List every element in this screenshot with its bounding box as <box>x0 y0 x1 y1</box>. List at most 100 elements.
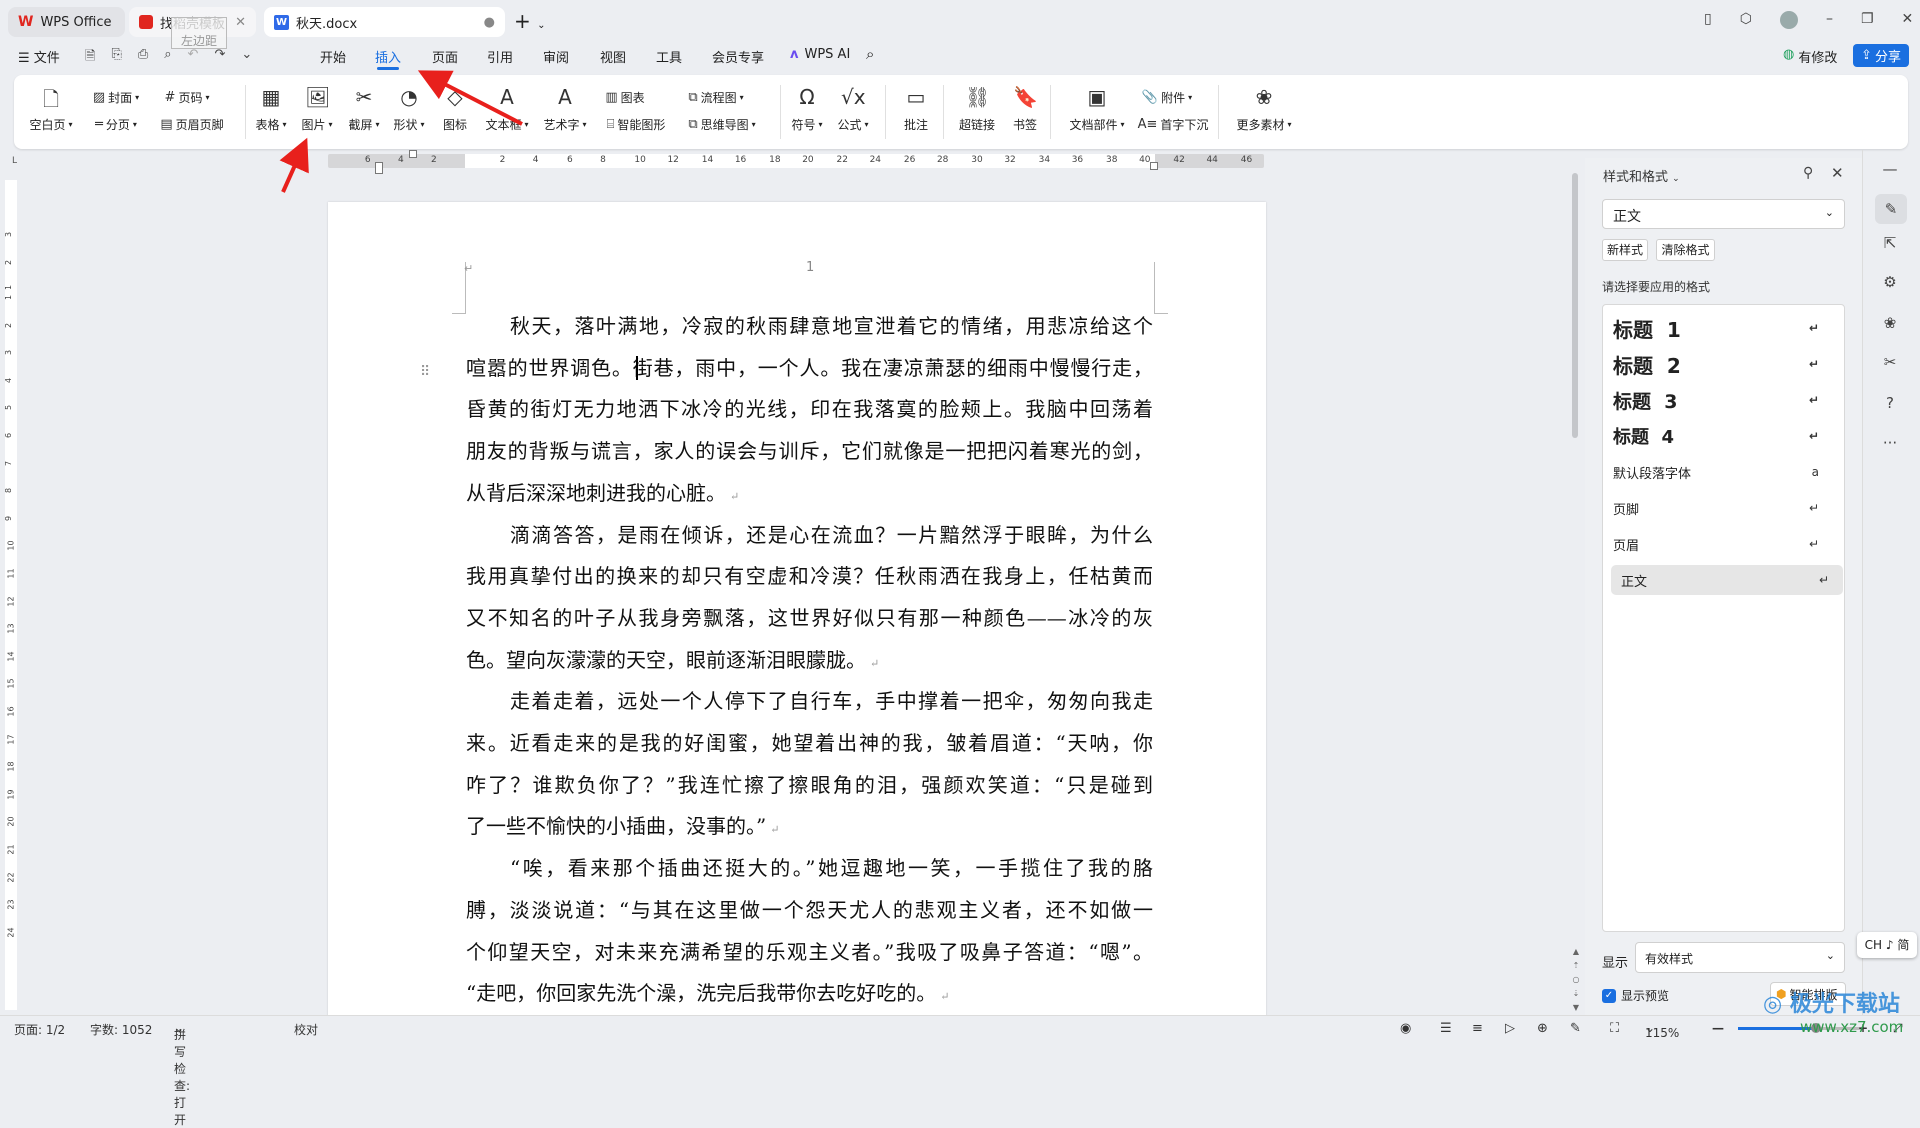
share-button[interactable]: ⇪ 分享 <box>1853 44 1909 67</box>
bookmark-button[interactable]: 书签 <box>1013 116 1037 133</box>
more-icon[interactable]: ··· <box>1865 434 1915 452</box>
style-item[interactable]: 标题 4 ↵ <box>1603 421 1833 451</box>
menu-tab-7[interactable]: 会员专享 <box>712 47 764 66</box>
document-line[interactable]: 朋友的背叛与谎言，家人的误会与训斥，它们就像是一把把闪着寒光的剑， <box>466 437 1153 465</box>
select-icon[interactable]: ⇱ <box>1865 234 1915 252</box>
collapse-icon[interactable]: — <box>1865 160 1915 178</box>
tab-stop-icon[interactable]: L <box>12 156 17 166</box>
unsaved-dot-icon[interactable]: ● <box>484 15 495 30</box>
undo-icon[interactable]: ↶ <box>188 47 199 69</box>
document-line[interactable]: 了一些不愉快的小插曲，没事的。” ↵ <box>466 812 1153 840</box>
drag-handle-icon[interactable]: ⠿ <box>420 364 430 380</box>
redo-icon[interactable]: ↷ <box>214 47 225 69</box>
proofread-button[interactable]: 校对 <box>294 1021 318 1038</box>
more-chevron-icon[interactable]: ⌄ <box>241 47 252 69</box>
page-nav-icons[interactable]: ▲ ⇡ ○ ⇣ ▼ <box>1570 945 1582 1015</box>
blank-page-button[interactable]: 空白页 ▾ <box>29 116 72 133</box>
tab-wps-office[interactable]: W WPS Office <box>8 7 125 37</box>
page-count[interactable]: 页面: 1/2 <box>14 1021 65 1038</box>
menu-tab-3[interactable]: 引用 <box>487 47 513 66</box>
symbol-button[interactable]: 符号 ▾ <box>791 116 822 133</box>
pin-icon[interactable]: ⚲ <box>1803 165 1813 181</box>
comment-button[interactable]: 批注 <box>904 116 928 133</box>
page-number-button[interactable]: # 页码 ▾ <box>165 89 210 106</box>
eye-protect-icon[interactable]: ◉ <box>1400 1021 1411 1036</box>
textbox-button[interactable]: 文本框 ▾ <box>485 116 528 133</box>
close-tab-icon[interactable]: ✕ <box>235 15 246 30</box>
style-item[interactable]: 页脚 ↵ <box>1603 493 1833 523</box>
zoom-level[interactable]: 115% ⌄ <box>1645 1021 1679 1040</box>
current-style-select[interactable]: 正文 ⌄ <box>1602 199 1845 229</box>
material-icon[interactable]: ❀ <box>1865 314 1915 332</box>
vertical-scrollbar[interactable]: ▲ ⇡ ○ ⇣ ▼ <box>1570 155 1582 1012</box>
doc-parts-button[interactable]: 文档部件 ▾ <box>1069 116 1124 133</box>
restore-icon[interactable]: ❐ <box>1861 11 1874 29</box>
new-tab-button[interactable]: + ⌄ <box>514 9 546 33</box>
show-filter-select[interactable]: 有效样式 ⌄ <box>1635 942 1845 973</box>
menu-tab-6[interactable]: 工具 <box>656 47 682 66</box>
screenshot-button[interactable]: 截屏 ▾ <box>348 116 379 133</box>
style-item[interactable]: 标题 1 ↵ <box>1603 313 1833 343</box>
document-line[interactable]: 咋了？谁欺负你了？”我连忙擦了擦眼角的泪，强颜欢笑道：“只是碰到 <box>466 771 1153 799</box>
document-line[interactable]: “唉，看来那个插曲还挺大的。”她逗趣地一笑，一手揽住了我的胳 <box>510 854 1153 882</box>
play-icon[interactable]: ▷ <box>1505 1021 1515 1036</box>
menu-tab-4[interactable]: 审阅 <box>543 47 569 66</box>
hyperlink-button[interactable]: 超链接 <box>959 116 995 133</box>
horizontal-ruler[interactable]: 6 4 2 2 4 6 8 10 12 14 16 18 20 22 24 26 28 30 32 34 36 38 40 4… <box>328 150 1264 174</box>
style-item[interactable]: 标题 3 ↵ <box>1603 385 1833 415</box>
document-line[interactable]: 色。望向灰濛濛的天空，眼前逐渐泪眼朦胧。 ↵ <box>466 646 1153 674</box>
vertical-ruler[interactable]: 3 2 1 1 2 3 4 5 6 7 8 9 10 11 12 13 14 15 16 17 18 19 20 21 22 23… <box>4 180 17 1010</box>
document-line[interactable]: 膊，淡淡说道：“与其在这里做一个怨天尤人的悲观主义者，还不如做一 <box>466 896 1153 924</box>
avatar[interactable] <box>1779 11 1798 29</box>
settings-sliders-icon[interactable]: ⚙ <box>1865 273 1915 291</box>
menu-tab-0[interactable]: 开始 <box>320 47 346 66</box>
wps-ai-button[interactable]: ʌ WPS AI <box>790 47 850 62</box>
document-page[interactable]: ↵ 1 ⠿ 秋天，落叶满地，冷寂的秋雨肆意地宣泄着它的情绪，用悲凉给这个 喧嚣的世… <box>328 202 1266 1032</box>
document-line[interactable]: 我用真挚付出的换来的却只有空虚和冷漠？任秋雨洒在我身上，任枯黄而 <box>466 562 1153 590</box>
left-indent-marker[interactable] <box>375 162 383 174</box>
document-line[interactable]: “走吧，你回家先洗个澡，洗完后我带你去吃好吃的。 ↵ <box>466 979 1153 1007</box>
panel-title[interactable]: 样式和格式 ⌄ <box>1603 166 1680 185</box>
help-icon[interactable]: ? <box>1865 394 1915 412</box>
page-view-icon[interactable]: ☰ <box>1440 1021 1452 1036</box>
export-icon[interactable]: ⎘ <box>111 47 121 69</box>
attachment-button[interactable]: 📎 附件 ▾ <box>1142 89 1192 106</box>
document-line[interactable]: 个仰望天空，对未来充满希望的乐观主义者。”我吸了吸鼻子答道：“嗯”。 <box>466 938 1153 966</box>
wordart-button[interactable]: 艺术字 ▾ <box>543 116 586 133</box>
document-line[interactable]: 秋天，落叶满地，冷寂的秋雨肆意地宣泄着它的情绪，用悲凉给这个 <box>510 312 1153 340</box>
more-button[interactable]: 更多素材 ▾ <box>1236 116 1291 133</box>
edit-style-icon[interactable]: ✎ <box>1875 194 1907 224</box>
style-item[interactable]: 默认段落字体 a <box>1603 457 1833 487</box>
word-count[interactable]: 字数: 1052 <box>90 1021 152 1038</box>
search-icon[interactable]: ⌕ <box>866 45 874 63</box>
right-indent-marker[interactable] <box>1150 162 1158 170</box>
cover-button[interactable]: ▨ 封面 ▾ <box>93 89 139 106</box>
document-line[interactable]: 来。近看走来的是我的好闺蜜，她望着出神的我，皱着眉道：“天呐，你 <box>466 729 1153 757</box>
close-icon[interactable]: ✕ <box>1902 11 1914 29</box>
save-icon[interactable]: 🗎 <box>85 47 95 69</box>
spell-check[interactable]: 拼写检查: 打开 ⌄ <box>174 1021 190 1127</box>
menu-tab-2[interactable]: 页面 <box>432 47 458 66</box>
document-line[interactable]: 又不知名的叶子从我身旁飘落，这世界好似只有那一种颜色——冰冷的灰 <box>466 604 1153 632</box>
file-menu[interactable]: ☰ 文件 <box>18 47 60 66</box>
scrollbar-thumb[interactable] <box>1572 173 1578 438</box>
document-line[interactable]: 走着走着，远处一个人停下了自行车，手中撑着一把伞，匆匆向我走 <box>510 687 1153 715</box>
menu-tab-1[interactable]: 插入 <box>375 47 401 70</box>
first-line-indent-marker[interactable] <box>409 150 417 158</box>
mindmap-button[interactable]: ⧉ 思维导图 ▾ <box>688 116 755 133</box>
formula-button[interactable]: 公式 ▾ <box>837 116 868 133</box>
outline-view-icon[interactable]: ≡ <box>1472 1021 1483 1036</box>
document-line[interactable]: 滴滴答答，是雨在倾诉，还是心在流血？一片黯然浮于眼眸，为什么 <box>510 521 1153 549</box>
drop-cap-button[interactable]: A≡ 首字下沉 <box>1138 116 1209 133</box>
ime-indicator[interactable]: CH ♪ 简 <box>1857 932 1917 958</box>
smartart-button[interactable]: ⌸ 智能图形 <box>607 116 666 133</box>
tools-icon[interactable]: ✂ <box>1865 353 1915 371</box>
icon-button[interactable]: 图标 <box>443 116 467 133</box>
shape-button[interactable]: 形状 ▾ <box>393 116 424 133</box>
picture-button[interactable]: 图片 ▾ <box>301 116 332 133</box>
pen-icon[interactable]: ✎ <box>1570 1021 1581 1036</box>
modified-status[interactable]: ◍ 有修改 <box>1783 47 1837 66</box>
style-item[interactable]: 正文 ↵ <box>1611 565 1843 595</box>
fit-page-icon[interactable]: ⛶ <box>1610 1021 1619 1036</box>
style-item[interactable]: 页眉 ↵ <box>1603 529 1833 559</box>
